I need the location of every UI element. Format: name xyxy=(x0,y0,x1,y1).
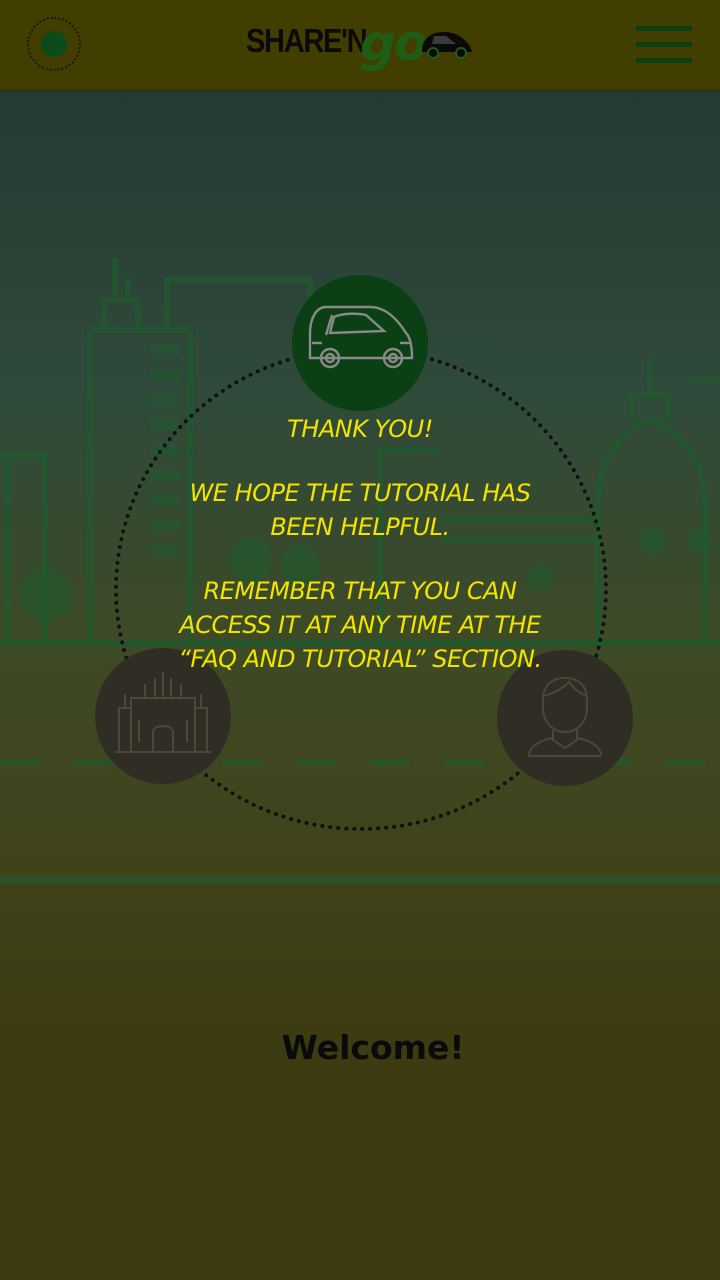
tutorial-helpful-text: WE HOPE THE TUTORIAL HAS BEEN HELPFUL. xyxy=(189,479,531,541)
logo-text-suffix: go xyxy=(360,14,428,72)
welcome-heading: Welcome! xyxy=(281,1028,465,1067)
app-logo: SHARE'N go xyxy=(246,14,476,74)
faq-reminder-text: REMEMBER THAT YOU CAN ACCESS IT AT ANY T… xyxy=(178,577,542,673)
car-icon xyxy=(308,305,414,369)
hamburger-menu-icon[interactable] xyxy=(636,24,692,66)
status-dot-icon xyxy=(27,17,81,71)
logo-car-icon xyxy=(422,32,472,59)
tutorial-step-car xyxy=(292,275,428,411)
logo-text-prefix: SHARE'N xyxy=(246,22,368,59)
tutorial-message: THANK YOU! WE HOPE THE TUTORIAL HAS BEEN… xyxy=(160,412,560,676)
thank-you-text: THANK YOU! xyxy=(287,415,433,443)
top-bar: SHARE'N go xyxy=(0,0,720,90)
